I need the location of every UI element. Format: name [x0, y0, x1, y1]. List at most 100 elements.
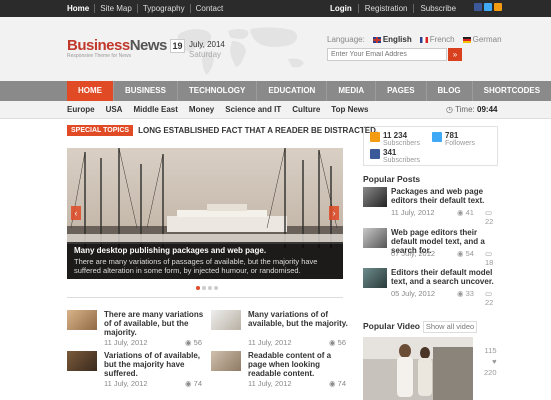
- article-title[interactable]: Many variations of of available, but the…: [248, 310, 348, 328]
- slider-dot[interactable]: [208, 286, 212, 290]
- popular-post-views: ◉ 41: [457, 208, 474, 217]
- site-logo[interactable]: BusinessNews Responsive Theme for News: [67, 37, 167, 59]
- nav-business[interactable]: BUSINESS: [114, 81, 178, 101]
- subnav-science-it[interactable]: Science and IT: [225, 101, 281, 119]
- facebook-counter[interactable]: 341 Subscribers: [370, 149, 420, 165]
- slider-dot[interactable]: [196, 286, 200, 290]
- slider-next-button[interactable]: ›: [329, 206, 339, 220]
- article-item[interactable]: Readable content of a page when looking …: [211, 351, 346, 389]
- slider-pagination: [196, 286, 218, 290]
- eye-icon: ◉: [329, 379, 338, 388]
- article-title[interactable]: Readable content of a page when looking …: [248, 351, 348, 378]
- popular-post-title[interactable]: Packages and web page editors their defa…: [391, 187, 501, 205]
- language-german[interactable]: German: [462, 35, 502, 44]
- show-all-video-button[interactable]: Show all video: [423, 321, 477, 333]
- france-flag-icon: [419, 36, 428, 43]
- article-views: ◉ 74: [329, 379, 346, 388]
- facebook-icon[interactable]: [474, 3, 482, 11]
- article-thumbnail: [211, 310, 241, 330]
- nav-technology[interactable]: TECHNOLOGY: [178, 81, 258, 101]
- popular-post-date: 05 July, 2012: [391, 289, 436, 298]
- subnav-middle-east[interactable]: Middle East: [133, 101, 177, 119]
- popular-post[interactable]: Web page editors their default model tex…: [363, 228, 498, 267]
- article-item[interactable]: There are many variations of of availabl…: [67, 310, 204, 348]
- article-date: 11 July, 2012: [104, 379, 148, 388]
- main-nav: HOME BUSINESS TECHNOLOGY EDUCATION MEDIA…: [0, 81, 551, 101]
- subnav-culture[interactable]: Culture: [292, 101, 320, 119]
- logo-text-news: News: [129, 37, 168, 54]
- language-french[interactable]: French: [419, 35, 455, 44]
- comment-icon: ▭: [485, 249, 493, 258]
- popular-video-thumbnail[interactable]: [363, 337, 473, 400]
- slider-prev-button[interactable]: ‹: [71, 206, 81, 220]
- nav-shortcodes[interactable]: SHORTCODES: [473, 81, 551, 101]
- subnav-usa[interactable]: USA: [106, 101, 123, 119]
- site-header: BusinessNews Responsive Theme for News 1…: [0, 17, 551, 81]
- article-thumbnail: [67, 310, 97, 330]
- subnav-money[interactable]: Money: [189, 101, 214, 119]
- subnav-top-news[interactable]: Top News: [331, 101, 368, 119]
- social-counters: 11 234 Subscribers 781 Followers 341 Subscr…: [363, 126, 498, 166]
- slider-dot[interactable]: [202, 286, 206, 290]
- nav-home[interactable]: HOME: [67, 81, 114, 101]
- article-item[interactable]: Variations of of available, but the majo…: [67, 351, 202, 389]
- article-views: ◉ 56: [329, 338, 346, 347]
- twitter-icon[interactable]: [484, 3, 492, 11]
- rss-counter[interactable]: 11 234 Subscribers: [370, 132, 420, 148]
- top-link-sitemap[interactable]: Site Map: [94, 4, 137, 13]
- article-views: ◉ 74: [185, 379, 202, 388]
- eye-icon: ◉: [185, 338, 194, 347]
- top-link-home[interactable]: Home: [67, 4, 94, 13]
- subscribe-link[interactable]: Subscribe: [413, 4, 462, 13]
- popular-post-comments: ▭ 22: [485, 289, 494, 307]
- slider-description: There are many variations of passages of…: [74, 257, 318, 275]
- top-nav: Home Site Map Typography Contact: [67, 4, 228, 13]
- eye-icon: ◉: [185, 379, 194, 388]
- time-display: ◷ Time: 09:44: [446, 101, 497, 119]
- date-weekday: Saturday: [189, 50, 222, 59]
- language-label: Language:: [327, 35, 365, 44]
- twitter-counter[interactable]: 781 Followers: [432, 132, 475, 148]
- popular-video-title: Popular Video: [363, 321, 420, 331]
- facebook-icon: [370, 149, 380, 159]
- slider-title[interactable]: Many desktop publishing packages and web…: [74, 246, 336, 255]
- language-english[interactable]: English: [372, 35, 412, 44]
- date-month-year: July, 2014: [189, 40, 225, 49]
- featured-slider[interactable]: ‹ › Many desktop publishing packages and…: [67, 148, 343, 279]
- time-value: 09:44: [477, 105, 498, 114]
- slider-dot[interactable]: [214, 286, 218, 290]
- article-title[interactable]: There are many variations of of availabl…: [104, 310, 204, 337]
- rss-icon: [370, 132, 380, 142]
- slider-caption: Many desktop publishing packages and web…: [67, 242, 343, 279]
- nav-education[interactable]: EDUCATION: [257, 81, 328, 101]
- top-link-typography[interactable]: Typography: [136, 4, 190, 13]
- special-topics-headline[interactable]: LONG ESTABLISHED FACT THAT A READER BE D…: [138, 126, 378, 135]
- email-subscribe-button[interactable]: »: [448, 48, 462, 61]
- subnav-europe[interactable]: Europe: [67, 101, 95, 119]
- popular-post-views: ◉ 33: [457, 289, 474, 298]
- nav-media[interactable]: MEDIA: [327, 81, 377, 101]
- top-link-contact[interactable]: Contact: [189, 4, 229, 13]
- comment-icon: ▭: [485, 208, 493, 217]
- article-title[interactable]: Variations of of available, but the majo…: [104, 351, 204, 378]
- rss-icon[interactable]: [494, 3, 502, 11]
- nav-blog[interactable]: BLOG: [427, 81, 473, 101]
- popular-posts-title: Popular Posts: [363, 174, 421, 184]
- popular-post[interactable]: Editors their default model text, and a …: [363, 268, 501, 307]
- account-links: Login Registration Subscribe: [330, 4, 462, 13]
- email-subscribe-input[interactable]: [327, 48, 447, 61]
- popular-post-title[interactable]: Editors their default model text, and a …: [391, 268, 501, 286]
- article-item[interactable]: Many variations of of available, but the…: [211, 310, 348, 348]
- popular-post-date: 11 July, 2012: [391, 208, 435, 217]
- eye-icon: ◉: [457, 289, 466, 298]
- registration-link[interactable]: Registration: [357, 4, 414, 13]
- video-stat-likes: 115: [484, 346, 497, 355]
- eye-icon: ◉: [457, 249, 466, 258]
- login-link[interactable]: Login: [330, 4, 358, 13]
- twitter-icon: [432, 132, 442, 142]
- sub-nav: Europe USA Middle East Money Science and…: [0, 101, 551, 119]
- popular-post-date: 07 July, 2012: [391, 249, 436, 258]
- nav-pages[interactable]: PAGES: [376, 81, 427, 101]
- article-date: 11 July, 2012: [248, 379, 292, 388]
- popular-post[interactable]: Packages and web page editors their defa…: [363, 187, 501, 226]
